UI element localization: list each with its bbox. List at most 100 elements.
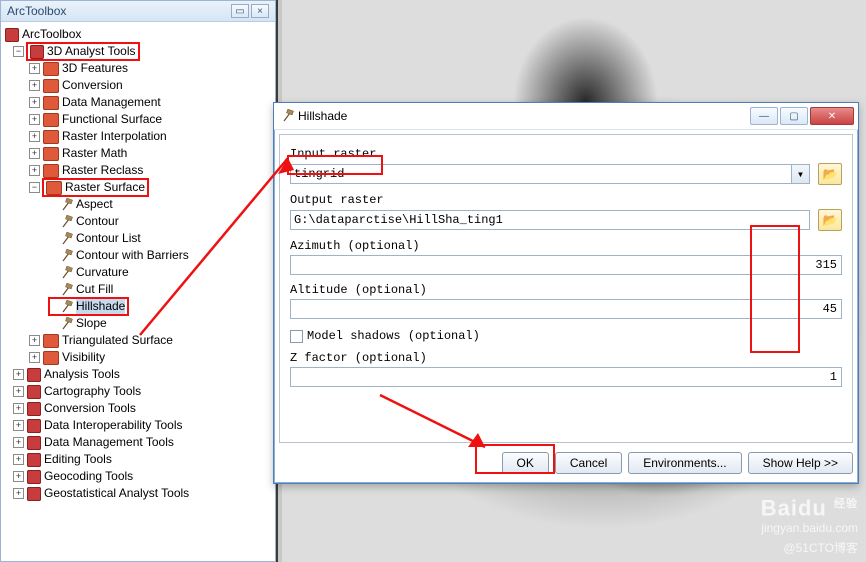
expand-icon[interactable]: + (29, 63, 40, 74)
tool-contour-barriers[interactable]: Contour with Barriers (3, 247, 273, 264)
panel-close-button[interactable]: × (251, 4, 269, 18)
expand-icon[interactable]: + (29, 97, 40, 108)
tool-contour[interactable]: Contour (3, 213, 273, 230)
highlight-rect (750, 225, 800, 353)
tree-group[interactable]: +Data Management (3, 94, 273, 111)
tree-group[interactable]: +Raster Math (3, 145, 273, 162)
toolset-icon (43, 62, 59, 76)
expand-icon[interactable]: + (29, 114, 40, 125)
tree-group[interactable]: +Raster Reclass (3, 162, 273, 179)
zfactor-field[interactable] (290, 367, 842, 387)
tree-folder[interactable]: +Geostatistical Analyst Tools (3, 485, 273, 502)
toolbox-icon (30, 45, 44, 59)
toolset-icon (46, 181, 62, 195)
tool-curvature[interactable]: Curvature (3, 264, 273, 281)
toolbox-tree[interactable]: ArcToolbox − 3D Analyst Tools +3D Featur… (1, 22, 275, 560)
tree-folder[interactable]: +Analysis Tools (3, 366, 273, 383)
close-button[interactable]: ✕ (810, 107, 854, 125)
expand-icon[interactable]: + (13, 454, 24, 465)
expand-icon[interactable]: + (13, 437, 24, 448)
expand-icon[interactable]: + (29, 165, 40, 176)
label-zfactor: Z factor (optional) (290, 351, 842, 365)
environments-button[interactable]: Environments... (628, 452, 741, 474)
expand-icon[interactable]: + (13, 420, 24, 431)
show-help-button[interactable]: Show Help >> (748, 452, 853, 474)
expand-icon[interactable]: + (29, 148, 40, 159)
expand-icon[interactable]: + (13, 488, 24, 499)
tool-hillshade[interactable]: Hillshade (3, 298, 273, 315)
expand-icon[interactable]: + (13, 386, 24, 397)
toolset-icon (43, 130, 59, 144)
panel-titlebar: ArcToolbox ▭ × (1, 1, 275, 22)
tree-group[interactable]: +3D Features (3, 60, 273, 77)
toolset-icon (43, 351, 59, 365)
expand-icon[interactable]: + (13, 471, 24, 482)
tool-slope[interactable]: Slope (3, 315, 273, 332)
maximize-button[interactable]: ▢ (780, 107, 808, 125)
dialog-titlebar[interactable]: Hillshade — ▢ ✕ (274, 103, 858, 130)
cancel-button[interactable]: Cancel (555, 452, 622, 474)
expand-icon[interactable]: + (29, 352, 40, 363)
checkbox-icon[interactable] (290, 330, 303, 343)
label-output-raster: Output raster (290, 193, 842, 207)
toolset-icon (43, 113, 59, 127)
toolbox-icon (27, 453, 41, 467)
hammer-icon (59, 198, 73, 212)
tree-folder[interactable]: +Data Management Tools (3, 434, 273, 451)
panel-title-text: ArcToolbox (7, 4, 229, 18)
tree-folder-3d-analyst[interactable]: − 3D Analyst Tools (3, 43, 273, 60)
toolbox-icon (27, 470, 41, 484)
toolbox-icon (27, 385, 41, 399)
expand-icon[interactable]: + (29, 335, 40, 346)
tree-folder[interactable]: +Editing Tools (3, 451, 273, 468)
output-raster-field[interactable] (290, 210, 810, 230)
tree-folder[interactable]: +Data Interoperability Tools (3, 417, 273, 434)
tool-aspect[interactable]: Aspect (3, 196, 273, 213)
expand-icon[interactable]: + (13, 369, 24, 380)
expand-icon[interactable]: + (29, 131, 40, 142)
hammer-icon (59, 300, 73, 314)
highlight-rect (475, 444, 555, 474)
toolbox-icon (27, 402, 41, 416)
minimize-button[interactable]: — (750, 107, 778, 125)
hammer-icon (59, 249, 73, 263)
browse-button[interactable]: 📂 (818, 209, 842, 231)
hammer-icon (59, 215, 73, 229)
tree-folder[interactable]: +Geocoding Tools (3, 468, 273, 485)
hammer-icon (280, 109, 294, 123)
tree-group[interactable]: +Conversion (3, 77, 273, 94)
expand-icon[interactable]: + (13, 403, 24, 414)
tree-folder[interactable]: +Conversion Tools (3, 400, 273, 417)
panel-pin-button[interactable]: ▭ (231, 4, 249, 18)
tree-group-raster-surface[interactable]: − Raster Surface (3, 179, 273, 196)
tree-group[interactable]: +Raster Interpolation (3, 128, 273, 145)
dialog-footer: OK Cancel Environments... Show Help >> (279, 448, 853, 478)
browse-button[interactable]: 📂 (818, 163, 842, 185)
dropdown-button[interactable]: ▾ (792, 164, 810, 184)
hammer-icon (59, 317, 73, 331)
toolset-icon (43, 147, 59, 161)
tool-cut-fill[interactable]: Cut Fill (3, 281, 273, 298)
toolset-icon (43, 79, 59, 93)
tree-group[interactable]: +Functional Surface (3, 111, 273, 128)
tree-group[interactable]: +Visibility (3, 349, 273, 366)
tree-root[interactable]: ArcToolbox (3, 26, 273, 43)
expand-icon[interactable]: + (29, 80, 40, 91)
hammer-icon (59, 283, 73, 297)
toolset-icon (43, 96, 59, 110)
hammer-icon (59, 266, 73, 280)
label-model-shadows: Model shadows (optional) (307, 329, 480, 343)
toolbox-icon (27, 368, 41, 382)
tree-group[interactable]: +Triangulated Surface (3, 332, 273, 349)
tree-folder[interactable]: +Cartography Tools (3, 383, 273, 400)
collapse-icon[interactable]: − (13, 46, 24, 57)
toolset-icon (43, 334, 59, 348)
tool-contour-list[interactable]: Contour List (3, 230, 273, 247)
toolbox-icon (27, 436, 41, 450)
toolbox-icon (5, 28, 19, 42)
collapse-icon[interactable]: − (29, 182, 40, 193)
dialog-title: Hillshade (298, 109, 748, 123)
toolbox-icon (27, 419, 41, 433)
hammer-icon (59, 232, 73, 246)
highlight-rect (287, 155, 383, 175)
